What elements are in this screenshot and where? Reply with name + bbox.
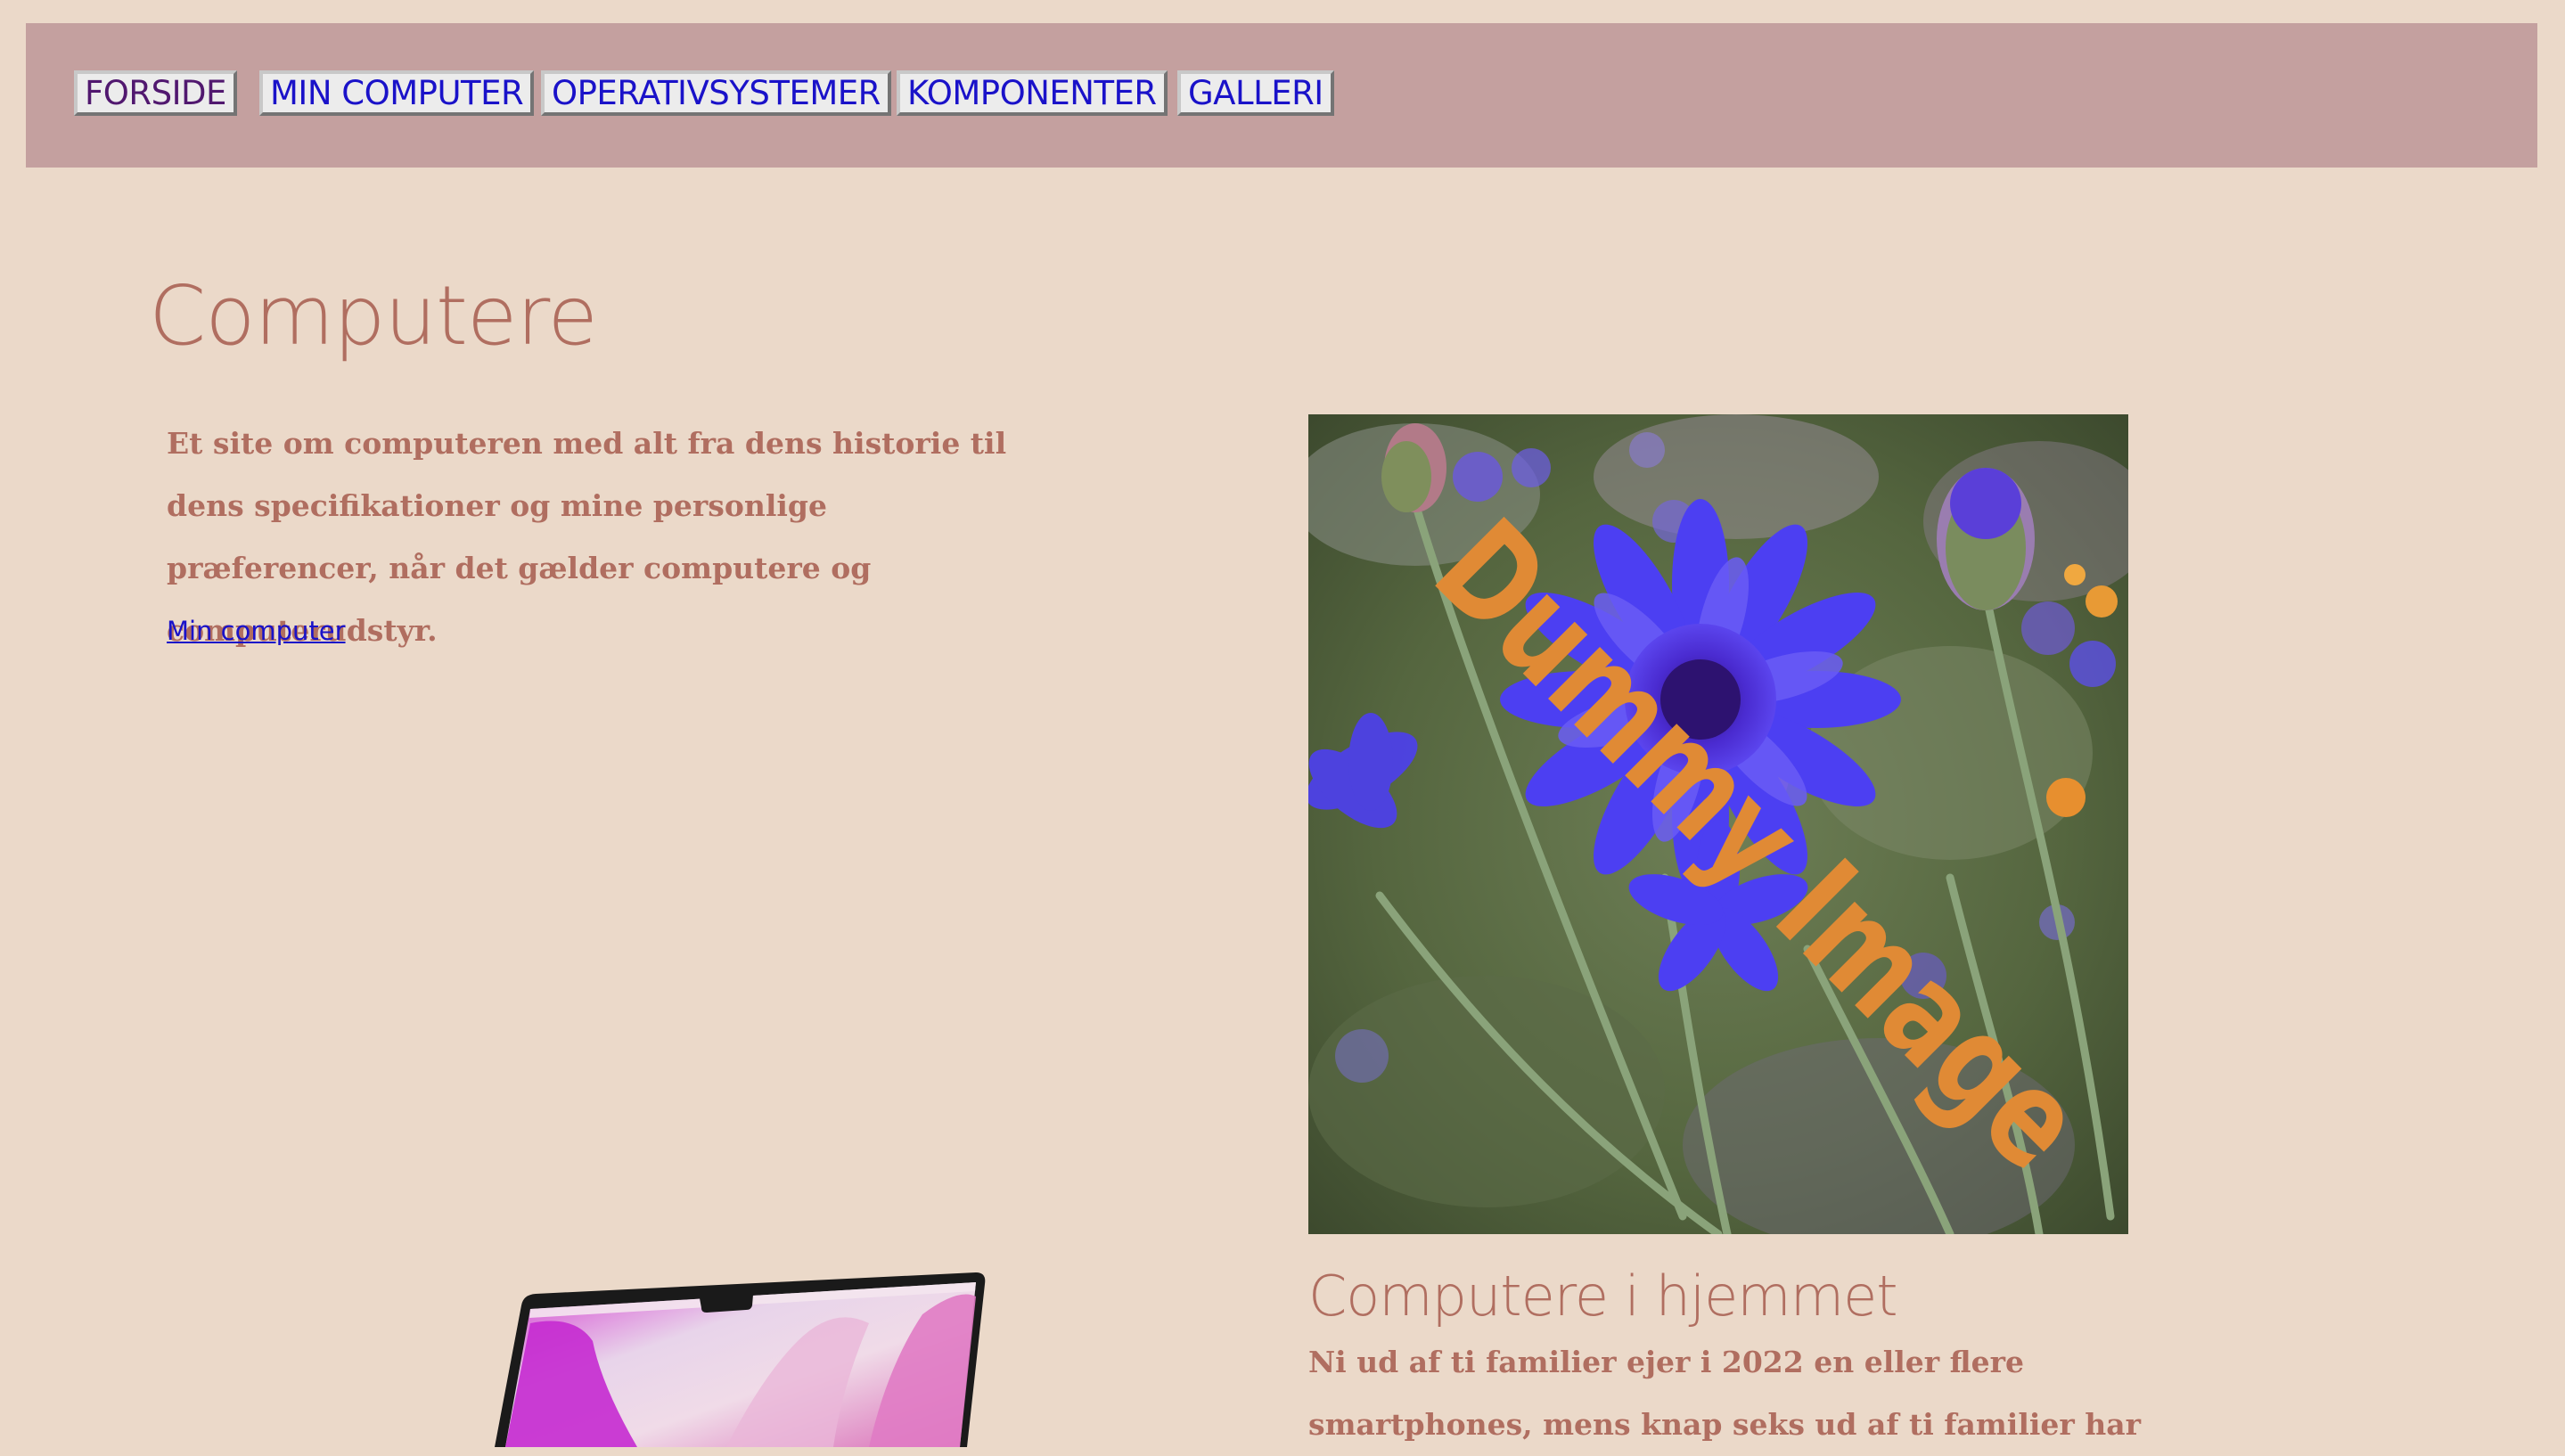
nav-item-komponenter[interactable]: KOMPONENTER xyxy=(897,70,1168,116)
nav-item-galleri[interactable]: GALLERI xyxy=(1177,70,1334,116)
min-computer-link[interactable]: Min computer xyxy=(167,613,346,649)
nav-item-min-computer[interactable]: MIN COMPUTER xyxy=(259,70,535,116)
main-navigation: FORSIDE MIN COMPUTER OPERATIVSYSTEMER KO… xyxy=(26,23,2537,168)
nav-item-forside[interactable]: FORSIDE xyxy=(74,70,237,116)
nav-item-operativsystemer[interactable]: OPERATIVSYSTEMER xyxy=(541,70,891,116)
section-title: Computere i hjemmet xyxy=(1308,1264,1898,1329)
hero-image: Dummy Image xyxy=(1308,414,2128,1234)
laptop-illustration xyxy=(495,1272,986,1447)
cornflower-photo: Dummy Image xyxy=(1308,414,2128,1234)
laptop-image xyxy=(495,1270,994,1447)
section-paragraph: Ni ud af ti familier ejer i 2022 en elle… xyxy=(1308,1345,2142,1442)
page-title: Computere xyxy=(149,268,598,364)
